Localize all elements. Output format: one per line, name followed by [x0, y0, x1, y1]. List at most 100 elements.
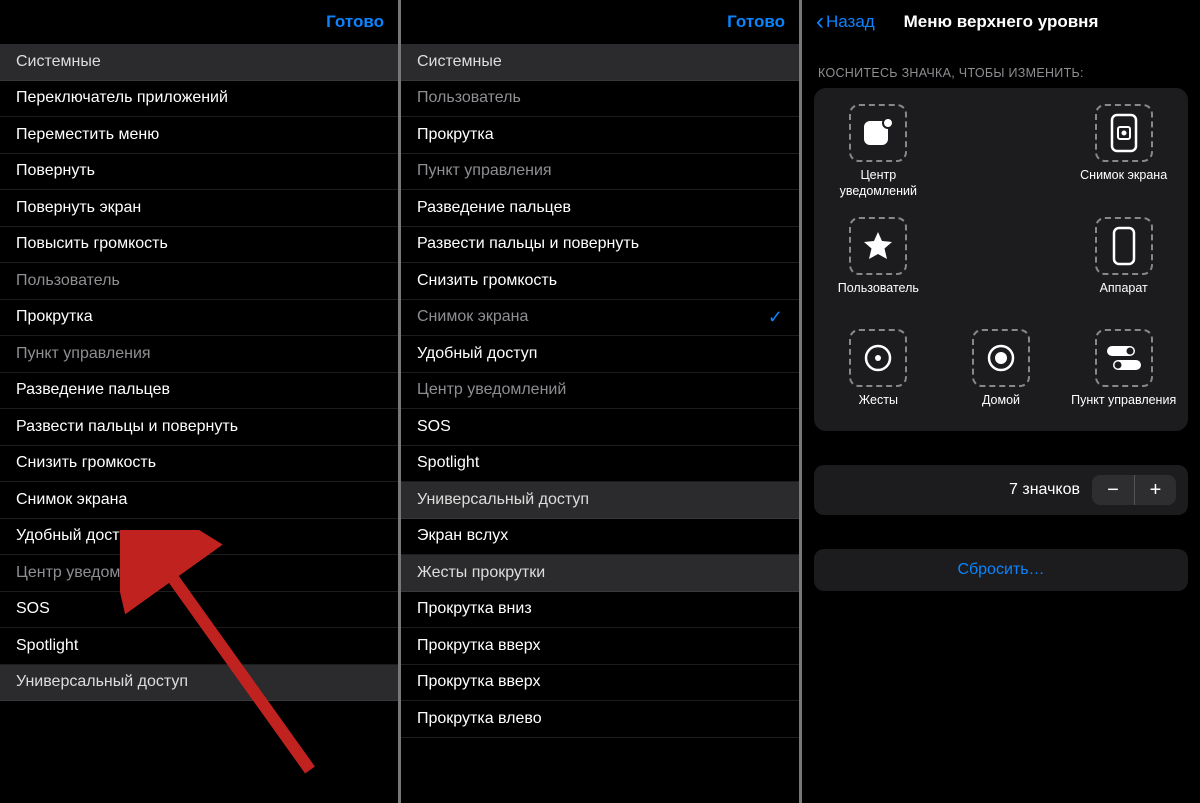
list-item[interactable]: Экран вслух	[401, 519, 799, 556]
list-item-label: Пользователь	[417, 89, 521, 107]
notif-icon[interactable]	[849, 104, 907, 162]
list-item[interactable]: Снизить громкость	[0, 446, 398, 483]
list-item-label: Разведение пальцев	[16, 381, 170, 399]
list-item[interactable]: Разведение пальцев	[401, 190, 799, 227]
list-item[interactable]: Прокрутка вверх	[401, 665, 799, 702]
list-item-label: Жесты прокрутки	[417, 564, 545, 582]
section-header: Жесты прокрутки	[401, 555, 799, 592]
list-item[interactable]: SOS	[401, 409, 799, 446]
list-item-label: Снимок экрана	[417, 308, 528, 326]
icon-slot: Домой	[946, 329, 1056, 423]
list-item[interactable]: Пользователь	[401, 81, 799, 118]
list-item-label: Снизить громкость	[16, 454, 156, 472]
icon-slot: Аппарат	[1069, 217, 1179, 311]
list-item[interactable]: Центр уведомлений	[401, 373, 799, 410]
list-item[interactable]: Разведение пальцев	[0, 373, 398, 410]
list-item-label: Развести пальцы и повернуть	[16, 418, 238, 436]
star-icon[interactable]	[849, 217, 907, 275]
list-item[interactable]: Прокрутка влево	[401, 701, 799, 738]
list-item-label: Удобный доступ	[16, 527, 136, 545]
list-item[interactable]: Прокрутка	[0, 300, 398, 337]
list-item[interactable]: Развести пальцы и повернуть	[0, 409, 398, 446]
list-item-label: Пользователь	[16, 272, 120, 290]
checkmark-icon: ✓	[768, 307, 783, 328]
list-item[interactable]: Пункт управления	[401, 154, 799, 191]
list-item[interactable]: Удобный доступ	[0, 519, 398, 556]
option-list-2[interactable]: Системные Пользователь Прокрутка Пункт упра…	[401, 44, 799, 803]
list-item-label: Разведение пальцев	[417, 199, 571, 217]
list-item[interactable]: Прокрутка вниз	[401, 592, 799, 629]
icon-grid-card: Центр уведомленийСнимок экранаПользовате…	[814, 88, 1188, 431]
list-item-label: Прокрутка	[417, 126, 494, 144]
icon-slot: Жесты	[823, 329, 933, 423]
home-icon[interactable]	[972, 329, 1030, 387]
list-item-label: Снимок экрана	[16, 491, 127, 509]
list-item-label: Экран вслух	[417, 527, 508, 545]
section-header: Системные	[401, 44, 799, 81]
list-item[interactable]: Пункт управления	[0, 336, 398, 373]
list-item[interactable]: Удобный доступ	[401, 336, 799, 373]
back-button[interactable]: ‹ Назад	[816, 10, 875, 34]
icon-label: Домой	[982, 393, 1020, 423]
list-item[interactable]: Переместить меню	[0, 117, 398, 154]
list-item-label: Повернуть экран	[16, 199, 141, 217]
list-item-label: Прокрутка вверх	[417, 673, 540, 691]
list-item-label: Снизить громкость	[417, 272, 557, 290]
stepper-plus[interactable]: +	[1134, 475, 1176, 505]
list-item[interactable]: Повернуть экран	[0, 190, 398, 227]
list-item[interactable]: Снимок экрана	[0, 482, 398, 519]
icon-count-stepper[interactable]: − +	[1092, 475, 1176, 505]
icon-slot: Снимок экрана	[1069, 104, 1179, 199]
icon-label: Пункт управления	[1071, 393, 1176, 423]
icon-count-label: 7 значков	[1009, 481, 1080, 499]
list-item-label: Системные	[16, 53, 101, 71]
list-item[interactable]: Снимок экрана ✓	[401, 300, 799, 337]
list-item[interactable]: Пользователь	[0, 263, 398, 300]
section-header: Системные	[0, 44, 398, 81]
reset-button[interactable]: Сбросить…	[814, 549, 1188, 591]
list-item-label: Повысить громкость	[16, 235, 168, 253]
icon-grid: Центр уведомленийСнимок экранаПользовате…	[820, 104, 1182, 423]
list-item-label: Центр уведомлений	[417, 381, 566, 399]
list-item[interactable]: Центр уведомлений	[0, 555, 398, 592]
gesture-icon[interactable]	[849, 329, 907, 387]
section-header: Универсальный доступ	[401, 482, 799, 519]
list-item[interactable]: Прокрутка вверх	[401, 628, 799, 665]
option-list-1[interactable]: Системные Переключатель приложенийПеремес…	[0, 44, 398, 803]
list-item[interactable]: Развести пальцы и повернуть	[401, 227, 799, 264]
list-item-label: Пункт управления	[417, 162, 552, 180]
panel-2: Готово Системные Пользователь Прокрутка Пун…	[398, 0, 799, 803]
done-button[interactable]: Готово	[326, 12, 384, 32]
list-item-label: Spotlight	[16, 637, 78, 655]
list-item[interactable]: Повысить громкость	[0, 227, 398, 264]
device-icon[interactable]	[1095, 217, 1153, 275]
icon-label: Аппарат	[1100, 281, 1148, 311]
list-item-label: Системные	[417, 53, 502, 71]
list-item-label: Развести пальцы и повернуть	[417, 235, 639, 253]
list-item-label: Прокрутка	[16, 308, 93, 326]
done-button[interactable]: Готово	[727, 12, 785, 32]
navbar-2: Готово	[401, 0, 799, 44]
list-item[interactable]: SOS	[0, 592, 398, 629]
list-item-label: Универсальный доступ	[417, 491, 589, 509]
list-item[interactable]: Прокрутка	[401, 117, 799, 154]
panel-1: Готово Системные Переключатель приложений…	[0, 0, 398, 803]
list-item-label: Центр уведомлений	[16, 564, 165, 582]
screenshot-icon[interactable]	[1095, 104, 1153, 162]
list-item-label: Удобный доступ	[417, 345, 537, 363]
list-item[interactable]: Spotlight	[401, 446, 799, 483]
stepper-minus[interactable]: −	[1092, 475, 1134, 505]
icon-label: Жесты	[859, 393, 898, 423]
list-item-label: Прокрутка влево	[417, 710, 542, 728]
icon-slot: Пункт управления	[1069, 329, 1179, 423]
list-item[interactable]: Снизить громкость	[401, 263, 799, 300]
list-item[interactable]: Повернуть	[0, 154, 398, 191]
toggles-icon[interactable]	[1095, 329, 1153, 387]
list-item-label: Универсальный доступ	[16, 673, 188, 691]
list-item-label: Прокрутка вниз	[417, 600, 532, 618]
list-item[interactable]: Переключатель приложений	[0, 81, 398, 118]
icon-label: Снимок экрана	[1080, 168, 1167, 198]
section-header: Универсальный доступ	[0, 665, 398, 702]
list-item[interactable]: Spotlight	[0, 628, 398, 665]
back-label: Назад	[826, 12, 875, 32]
